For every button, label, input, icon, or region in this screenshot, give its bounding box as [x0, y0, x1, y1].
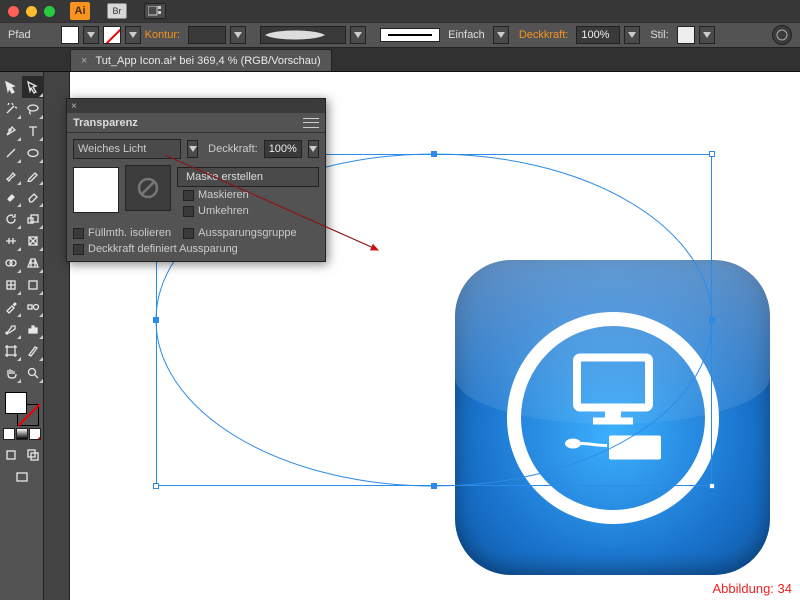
slice-tool[interactable] [22, 340, 44, 362]
color-mode-color[interactable] [3, 428, 15, 440]
graphic-style-swatch[interactable] [677, 26, 695, 44]
tab-title: Tut_App Icon.ai* bei 369,4 % (RGB/Vorsch… [95, 55, 320, 67]
zoom-tool[interactable] [22, 362, 44, 384]
window-minimize-dot[interactable] [26, 6, 37, 17]
brush-definition[interactable] [380, 28, 440, 42]
brush-style-label: Einfach [448, 29, 485, 41]
document-tab[interactable]: × Tut_App Icon.ai* bei 369,4 % (RGB/Vors… [70, 49, 332, 71]
blend-tool[interactable] [22, 296, 44, 318]
eyedropper-tool[interactable] [0, 296, 22, 318]
gradient-tool[interactable] [22, 274, 44, 296]
figure-caption: Abbildung: 34 [712, 581, 792, 596]
hand-tool[interactable] [0, 362, 22, 384]
line-tool[interactable] [0, 142, 22, 164]
app-badge-ai: Ai [70, 2, 90, 20]
pen-tool[interactable] [0, 120, 22, 142]
selection-type-label: Pfad [8, 29, 31, 41]
tools-panel [0, 72, 44, 600]
stroke-label: Kontur: [145, 29, 180, 41]
rotate-tool[interactable] [0, 208, 22, 230]
panel-title: Transparenz [73, 117, 138, 129]
style-label: Stil: [650, 29, 668, 41]
eraser-tool[interactable] [22, 186, 44, 208]
opacity-label: Deckkraft: [519, 29, 569, 41]
opacity-field[interactable]: 100% [576, 26, 620, 44]
shape-builder-tool[interactable] [0, 252, 22, 274]
opacity-thumbnail[interactable] [73, 167, 119, 213]
symbol-sprayer-tool[interactable] [0, 318, 22, 340]
variable-width-profile[interactable] [260, 26, 346, 44]
workspace-switcher[interactable] [144, 3, 166, 19]
color-mode-none[interactable] [29, 428, 41, 440]
ellipse-tool[interactable] [22, 142, 44, 164]
selection-tool[interactable] [0, 76, 22, 98]
opacity-dropdown[interactable] [624, 26, 640, 44]
fill-indicator[interactable] [5, 392, 27, 414]
tab-close-icon[interactable]: × [81, 55, 87, 67]
bridge-badge[interactable]: Br [107, 3, 127, 19]
stroke-weight-dropdown[interactable] [230, 26, 246, 44]
lasso-tool[interactable] [22, 98, 44, 120]
scale-tool[interactable] [22, 208, 44, 230]
direct-selection-tool[interactable] [22, 76, 44, 98]
column-graph-tool[interactable] [22, 318, 44, 340]
type-tool[interactable] [22, 120, 44, 142]
free-transform-tool[interactable] [22, 230, 44, 252]
window-zoom-dot[interactable] [44, 6, 55, 17]
magic-wand-tool[interactable] [0, 98, 22, 120]
brush-dropdown[interactable] [493, 26, 509, 44]
panel-tab-bar: Transparenz [67, 113, 325, 133]
blob-brush-tool[interactable] [0, 186, 22, 208]
color-mode-gradient[interactable] [16, 428, 28, 440]
panel-close-icon[interactable]: × [71, 101, 77, 112]
stroke-swatch-none[interactable] [103, 26, 121, 44]
macos-titlebar: Ai Br [0, 0, 800, 22]
pencil-tool[interactable] [22, 164, 44, 186]
variable-width-dropdown[interactable] [350, 26, 366, 44]
recolor-artwork-button[interactable] [772, 25, 792, 45]
paintbrush-tool[interactable] [0, 164, 22, 186]
options-bar: Pfad Kontur: Einfach Deckkraft: 100% Sti… [0, 22, 800, 48]
annotation-arrow [160, 150, 390, 260]
mesh-tool[interactable] [0, 274, 22, 296]
artboard-tool[interactable] [0, 340, 22, 362]
fill-swatch[interactable] [61, 26, 79, 44]
draw-behind[interactable] [22, 444, 44, 466]
screen-mode[interactable] [11, 466, 33, 488]
stroke-swatch-dropdown[interactable] [125, 26, 141, 44]
panel-menu-icon[interactable] [303, 118, 319, 128]
stroke-weight-field[interactable] [188, 26, 226, 44]
graphic-style-dropdown[interactable] [699, 26, 715, 44]
draw-normal[interactable] [0, 444, 22, 466]
width-tool[interactable] [0, 230, 22, 252]
fill-stroke-control[interactable] [5, 392, 39, 426]
document-tab-bar: × Tut_App Icon.ai* bei 369,4 % (RGB/Vors… [0, 48, 800, 72]
fill-dropdown[interactable] [83, 26, 99, 44]
panel-drag-bar[interactable]: × [67, 99, 325, 113]
perspective-grid-tool[interactable] [22, 252, 44, 274]
color-mode-row [3, 428, 41, 440]
window-close-dot[interactable] [8, 6, 19, 17]
